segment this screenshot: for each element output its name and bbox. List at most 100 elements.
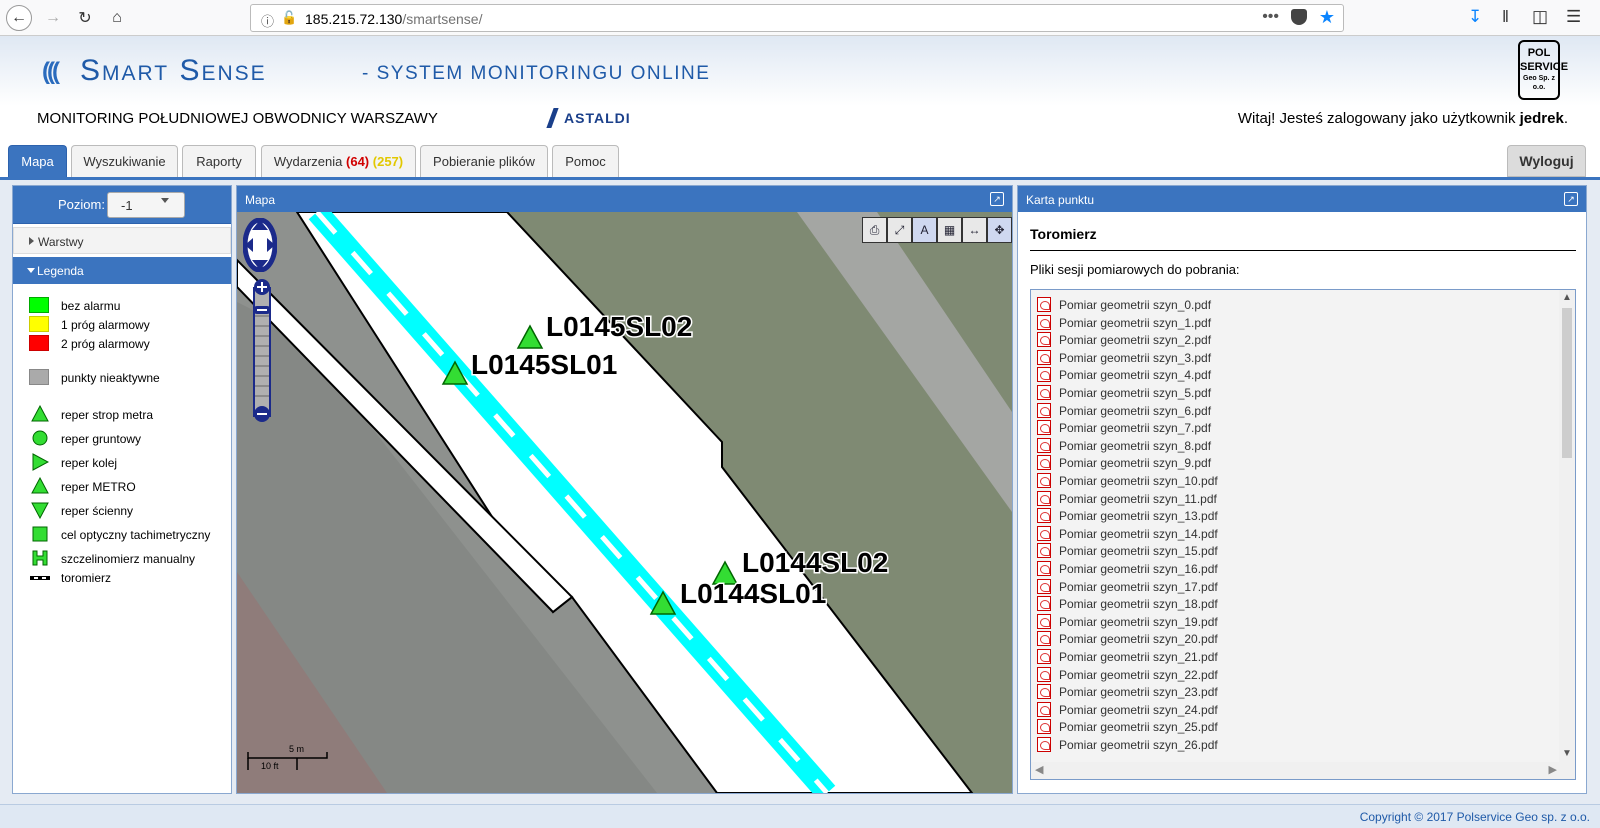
add-label-icon[interactable]: A [912, 217, 937, 243]
file-link[interactable]: Pomiar geometrii szyn_4.pdf [1037, 366, 1537, 384]
point-label[interactable]: L0144SL01 [679, 577, 828, 611]
file-link[interactable]: Pomiar geometrii szyn_26.pdf [1037, 736, 1537, 754]
tab-raporty[interactable]: Raporty [182, 145, 256, 177]
file-name[interactable]: Pomiar geometrii szyn_10.pdf [1059, 474, 1218, 488]
file-name[interactable]: Pomiar geometrii szyn_14.pdf [1059, 527, 1218, 541]
file-name[interactable]: Pomiar geometrii szyn_9.pdf [1059, 456, 1211, 470]
downloads-icon[interactable]: ↧ [1468, 7, 1482, 27]
file-link[interactable]: Pomiar geometrii szyn_21.pdf [1037, 648, 1537, 666]
file-name[interactable]: Pomiar geometrii szyn_22.pdf [1059, 668, 1218, 682]
file-name[interactable]: Pomiar geometrii szyn_24.pdf [1059, 703, 1218, 717]
point-marker[interactable] [516, 324, 544, 349]
tab-pomoc[interactable]: Pomoc [552, 145, 619, 177]
file-name[interactable]: Pomiar geometrii szyn_15.pdf [1059, 544, 1218, 558]
file-link[interactable]: Pomiar geometrii szyn_2.pdf [1037, 331, 1537, 349]
popout-icon[interactable]: ↗ [990, 192, 1004, 206]
file-link[interactable]: Pomiar geometrii szyn_24.pdf [1037, 701, 1537, 719]
info-icon[interactable]: ⓘ [261, 11, 274, 30]
horizontal-scrollbar[interactable]: ◀ ▶ [1031, 762, 1575, 779]
scroll-down-icon[interactable]: ▼ [1562, 748, 1572, 759]
tab-wydarzenia[interactable]: Wydarzenia (64) (257) [261, 145, 416, 177]
file-name[interactable]: Pomiar geometrii szyn_26.pdf [1059, 738, 1218, 752]
file-link[interactable]: Pomiar geometrii szyn_25.pdf [1037, 718, 1537, 736]
print-icon[interactable]: ⎙ [862, 217, 887, 243]
file-name[interactable]: Pomiar geometrii szyn_18.pdf [1059, 597, 1218, 611]
tab-pobieranie[interactable]: Pobieranie plików [420, 145, 548, 177]
file-name[interactable]: Pomiar geometrii szyn_7.pdf [1059, 421, 1211, 435]
measure-icon[interactable]: ↔ [962, 217, 987, 243]
url-bar[interactable]: ⓘ 🔓 185.215.72.130/smartsense/ ••• ★ [250, 4, 1344, 32]
point-label[interactable]: L0145SL02 [545, 310, 694, 344]
map-canvas[interactable]: L0145SL02 L0145SL01 L0144SL02 L0144SL01 … [237, 212, 1012, 793]
file-link[interactable]: Pomiar geometrii szyn_11.pdf [1037, 490, 1537, 508]
tab-mapa[interactable]: Mapa [8, 145, 67, 177]
file-link[interactable]: Pomiar geometrii szyn_1.pdf [1037, 314, 1537, 332]
legend-toggle[interactable]: Legenda [13, 257, 231, 284]
scroll-thumb[interactable] [1562, 308, 1572, 458]
insecure-lock-icon[interactable]: 🔓 [281, 10, 297, 26]
file-list[interactable]: Pomiar geometrii szyn_0.pdf Pomiar geomet… [1030, 289, 1576, 780]
file-name[interactable]: Pomiar geometrii szyn_23.pdf [1059, 685, 1218, 699]
point-label[interactable]: L0145SL01 [470, 348, 619, 382]
point-label[interactable]: L0144SL02 [741, 546, 890, 580]
bookmark-star-icon[interactable]: ★ [1319, 7, 1335, 28]
popout-icon[interactable]: ↗ [1564, 192, 1578, 206]
file-name[interactable]: Pomiar geometrii szyn_19.pdf [1059, 615, 1218, 629]
caret-down-icon[interactable] [161, 198, 169, 203]
zoom-box-icon[interactable]: ⤢ [887, 217, 912, 243]
forward-button[interactable]: → [40, 5, 66, 31]
tab-wyszukiwanie[interactable]: Wyszukiwanie [71, 145, 178, 177]
file-name[interactable]: Pomiar geometrii szyn_5.pdf [1059, 386, 1211, 400]
scroll-left-icon[interactable]: ◀ [1035, 763, 1043, 776]
file-link[interactable]: Pomiar geometrii szyn_23.pdf [1037, 683, 1537, 701]
scroll-right-icon[interactable]: ▶ [1549, 763, 1557, 776]
file-link[interactable]: Pomiar geometrii szyn_5.pdf [1037, 384, 1537, 402]
file-link[interactable]: Pomiar geometrii szyn_6.pdf [1037, 402, 1537, 420]
point-marker[interactable] [649, 590, 677, 615]
zoom-slider[interactable] [251, 278, 273, 423]
file-link[interactable]: Pomiar geometrii szyn_20.pdf [1037, 630, 1537, 648]
file-link[interactable]: Pomiar geometrii szyn_15.pdf [1037, 542, 1537, 560]
file-link[interactable]: Pomiar geometrii szyn_9.pdf [1037, 454, 1537, 472]
logout-button[interactable]: Wyloguj [1507, 145, 1586, 177]
file-name[interactable]: Pomiar geometrii szyn_21.pdf [1059, 650, 1218, 664]
url-text[interactable]: 185.215.72.130/smartsense/ [305, 11, 482, 27]
file-link[interactable]: Pomiar geometrii szyn_19.pdf [1037, 613, 1537, 631]
file-link[interactable]: Pomiar geometrii szyn_17.pdf [1037, 578, 1537, 596]
reload-button[interactable]: ↻ [72, 5, 98, 31]
file-name[interactable]: Pomiar geometrii szyn_25.pdf [1059, 720, 1218, 734]
back-button[interactable]: ← [6, 5, 32, 31]
file-name[interactable]: Pomiar geometrii szyn_11.pdf [1059, 492, 1217, 506]
file-link[interactable]: Pomiar geometrii szyn_14.pdf [1037, 525, 1537, 543]
home-button[interactable]: ⌂ [104, 5, 130, 31]
file-name[interactable]: Pomiar geometrii szyn_17.pdf [1059, 580, 1218, 594]
level-select[interactable]: -1 [107, 192, 185, 218]
file-name[interactable]: Pomiar geometrii szyn_8.pdf [1059, 439, 1211, 453]
scroll-up-icon[interactable]: ▲ [1562, 292, 1572, 303]
file-name[interactable]: Pomiar geometrii szyn_6.pdf [1059, 404, 1211, 418]
file-link[interactable]: Pomiar geometrii szyn_22.pdf [1037, 666, 1537, 684]
file-link[interactable]: Pomiar geometrii szyn_3.pdf [1037, 349, 1537, 367]
pocket-icon[interactable] [1291, 9, 1307, 25]
pan-control-icon[interactable] [243, 218, 277, 272]
vertical-scrollbar[interactable]: ▲ ▼ [1559, 290, 1575, 764]
page-actions-icon[interactable]: ••• [1262, 8, 1279, 26]
file-link[interactable]: Pomiar geometrii szyn_7.pdf [1037, 419, 1537, 437]
file-name[interactable]: Pomiar geometrii szyn_1.pdf [1059, 316, 1211, 330]
menu-icon[interactable]: ☰ [1566, 7, 1581, 27]
layers-toggle[interactable]: Warstwy [13, 227, 231, 254]
file-link[interactable]: Pomiar geometrii szyn_10.pdf [1037, 472, 1537, 490]
file-name[interactable]: Pomiar geometrii szyn_13.pdf [1059, 509, 1218, 523]
pan-icon[interactable]: ✥ [987, 217, 1012, 243]
file-link[interactable]: Pomiar geometrii szyn_16.pdf [1037, 560, 1537, 578]
library-icon[interactable]: ‖ [1502, 7, 1509, 27]
file-name[interactable]: Pomiar geometrii szyn_20.pdf [1059, 632, 1218, 646]
file-name[interactable]: Pomiar geometrii szyn_0.pdf [1059, 298, 1211, 312]
file-link[interactable]: Pomiar geometrii szyn_8.pdf [1037, 437, 1537, 455]
point-marker[interactable] [441, 360, 469, 385]
file-name[interactable]: Pomiar geometrii szyn_2.pdf [1059, 333, 1211, 347]
file-link[interactable]: Pomiar geometrii szyn_18.pdf [1037, 595, 1537, 613]
layer-select-icon[interactable]: ▦ [937, 217, 962, 243]
file-name[interactable]: Pomiar geometrii szyn_4.pdf [1059, 368, 1211, 382]
file-link[interactable]: Pomiar geometrii szyn_13.pdf [1037, 507, 1537, 525]
